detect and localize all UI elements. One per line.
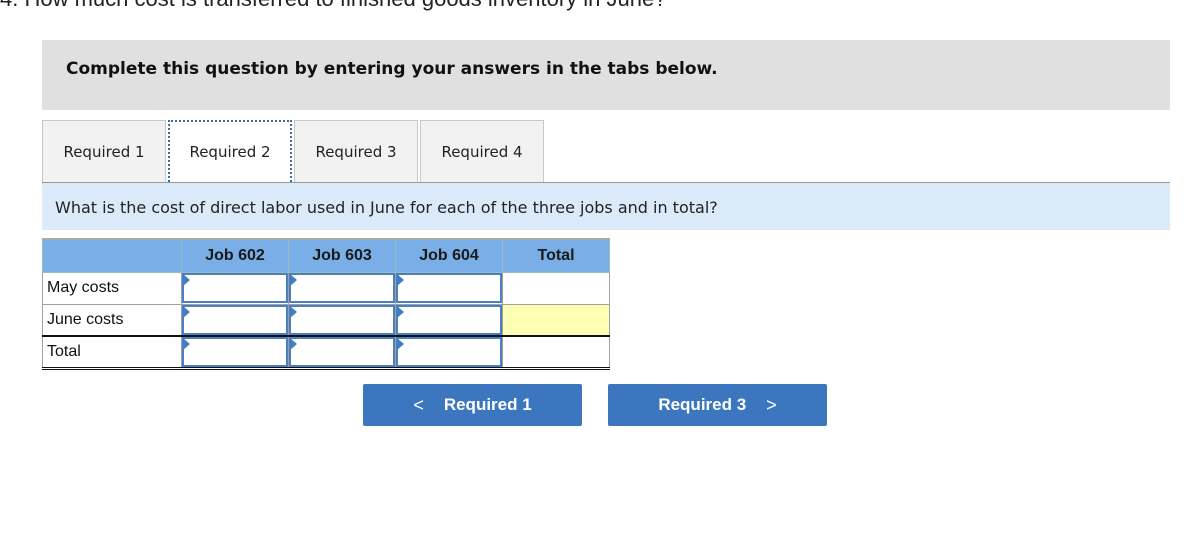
question-prompt: What is the cost of direct labor used in… (42, 183, 1170, 230)
chevron-right-icon: > (766, 394, 777, 415)
june-costs-job-604-input[interactable] (396, 304, 502, 335)
input-marker-icon (183, 305, 190, 318)
table-header-row: Job 602 Job 603 Job 604 Total (42, 238, 610, 273)
row-label-may-costs: May costs (42, 271, 182, 305)
column-header-blank (42, 238, 182, 273)
tab-required-2[interactable]: Required 2 (168, 120, 292, 182)
tab-required-3[interactable]: Required 3 (294, 120, 418, 182)
direct-labor-table: Job 602 Job 603 Job 604 Total May costs … (42, 238, 610, 370)
row-label-total: Total (42, 335, 182, 370)
june-costs-total-cell (502, 303, 610, 337)
prompt-text: What is the cost of direct labor used in… (55, 198, 718, 217)
tab-bar: Required 1 Required 2 Required 3 Require… (42, 120, 546, 182)
column-header-job-603: Job 603 (288, 238, 396, 273)
input-marker-icon (183, 273, 190, 286)
table-row-june-costs: June costs (42, 303, 610, 337)
june-costs-job-603-input[interactable] (289, 304, 395, 335)
table-row-total: Total (42, 335, 610, 370)
total-job-604-input[interactable] (396, 337, 502, 367)
instruction-text: Complete this question by entering your … (66, 59, 718, 79)
may-costs-job-604-input[interactable] (396, 273, 502, 303)
input-marker-icon (290, 273, 297, 286)
row-label-june-costs: June costs (42, 303, 182, 337)
may-costs-job-602-input[interactable] (182, 273, 288, 303)
may-costs-job-603-input[interactable] (289, 273, 395, 303)
total-job-603-input[interactable] (289, 337, 395, 367)
grand-total-cell (502, 335, 610, 370)
input-marker-icon (290, 305, 297, 318)
column-header-job-604: Job 604 (395, 238, 503, 273)
total-job-602-input[interactable] (182, 337, 288, 367)
chevron-left-icon: < (413, 394, 424, 415)
instruction-bar: Complete this question by entering your … (42, 40, 1170, 110)
column-header-total: Total (502, 238, 610, 273)
input-marker-icon (290, 338, 297, 350)
next-button-label: Required 3 (658, 395, 747, 414)
next-required-3-button[interactable]: Required 3 > (608, 384, 827, 426)
tab-required-1[interactable]: Required 1 (42, 120, 166, 182)
question-header: 4. How much cost is transferred to finis… (0, 0, 666, 12)
june-costs-job-602-input[interactable] (182, 304, 288, 335)
input-marker-icon (397, 338, 404, 350)
previous-button-label: Required 1 (443, 395, 532, 414)
column-header-job-602: Job 602 (181, 238, 289, 273)
table-row-may-costs: May costs (42, 271, 610, 305)
previous-required-1-button[interactable]: < Required 1 (363, 384, 582, 426)
input-marker-icon (397, 305, 404, 318)
tab-required-4[interactable]: Required 4 (420, 120, 544, 182)
input-marker-icon (183, 338, 190, 350)
input-marker-icon (397, 273, 404, 286)
may-costs-total-cell (502, 271, 610, 305)
